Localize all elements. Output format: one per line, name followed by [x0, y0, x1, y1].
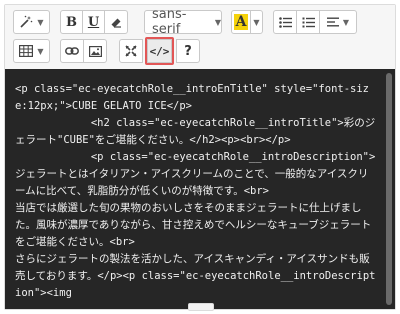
ordered-list-button[interactable] — [296, 10, 320, 34]
font-color-dropdown[interactable]: ▼ — [250, 10, 263, 34]
magic-wand-icon — [19, 15, 33, 29]
resize-handle[interactable] — [188, 303, 214, 311]
align-left-icon — [326, 17, 339, 27]
font-color-button[interactable]: A — [231, 10, 251, 34]
clear-format-button[interactable] — [104, 10, 128, 34]
underline-button[interactable]: U — [82, 10, 105, 34]
insert-picture-button[interactable] — [83, 39, 107, 63]
link-icon — [65, 46, 79, 56]
help-button[interactable]: ? — [176, 39, 200, 63]
bold-button[interactable]: B — [60, 10, 83, 34]
chevron-down-icon: ▼ — [342, 17, 350, 27]
fullscreen-icon — [125, 45, 137, 57]
font-family-dropdown[interactable]: sans-serif ▼ — [144, 7, 222, 37]
font-family-value: sans-serif — [152, 7, 187, 37]
chevron-down-icon: ▼ — [37, 17, 44, 27]
eraser-icon — [110, 16, 122, 28]
chevron-down-icon: ▼ — [37, 46, 44, 56]
ordered-list-icon — [302, 17, 315, 28]
style-dropdown-button[interactable]: ▼ — [13, 10, 50, 34]
editor-toolbar: ▼ B U sans-serif ▼ A ▼ ▼ ▼ </> ? — [5, 5, 395, 70]
fullscreen-button[interactable] — [119, 39, 143, 63]
rich-text-editor: ▼ B U sans-serif ▼ A ▼ ▼ ▼ </> ? <p clas… — [4, 4, 396, 311]
html-source-text[interactable]: <p class="ec-eyecatchRole__introEnTitle"… — [15, 81, 377, 302]
vertical-scrollbar[interactable] — [386, 73, 392, 305]
unordered-list-icon — [278, 16, 292, 28]
chevron-down-icon: ▼ — [214, 17, 221, 27]
table-dropdown[interactable]: ▼ — [13, 39, 50, 63]
code-view-area[interactable]: <p class="ec-eyecatchRole__introEnTitle"… — [5, 69, 395, 309]
table-icon — [19, 45, 34, 57]
codeview-highlight — [145, 37, 174, 65]
paragraph-dropdown[interactable]: ▼ — [319, 10, 357, 34]
font-color-letter: A — [233, 14, 249, 30]
unordered-list-button[interactable] — [273, 10, 297, 34]
link-button[interactable] — [60, 39, 84, 63]
chevron-down-icon: ▼ — [253, 17, 260, 27]
picture-icon — [88, 45, 102, 57]
